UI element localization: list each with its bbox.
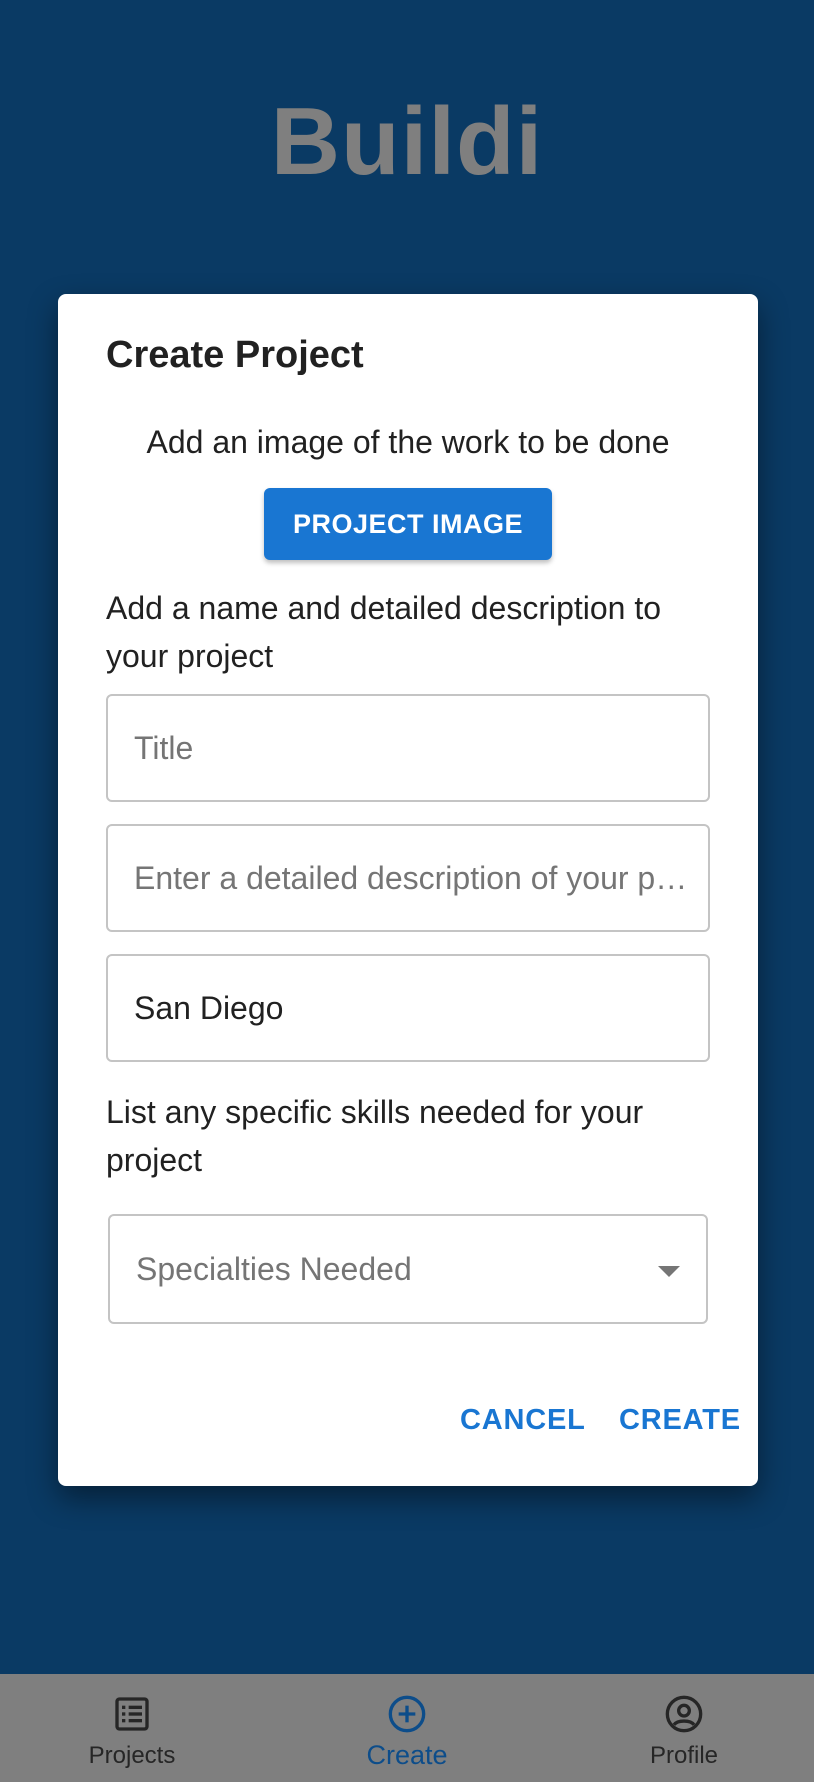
dropdown-arrow-icon	[658, 1266, 680, 1277]
create-project-dialog: Create Project Add an image of the work …	[58, 294, 758, 1486]
description-input[interactable]	[134, 826, 688, 930]
description-field[interactable]	[106, 824, 710, 932]
location-field[interactable]	[106, 954, 710, 1062]
cancel-button[interactable]: CANCEL	[460, 1404, 586, 1437]
app-title: Buildi	[270, 88, 544, 195]
list-icon	[115, 1697, 149, 1731]
nav-item-projects[interactable]: Projects	[32, 1674, 232, 1782]
nav-label-create: Create	[366, 1740, 448, 1770]
title-field[interactable]	[106, 694, 710, 802]
account-circle-icon	[665, 1695, 703, 1733]
dialog-title: Create Project	[106, 334, 364, 376]
specialties-placeholder: Specialties Needed	[136, 1251, 412, 1287]
location-input[interactable]	[134, 956, 688, 1060]
nav-item-profile[interactable]: Profile	[584, 1674, 784, 1782]
nav-label-projects: Projects	[88, 1742, 176, 1769]
details-prompt: Add a name and detailed description to y…	[106, 590, 662, 674]
nav-label-profile: Profile	[649, 1742, 719, 1769]
skills-prompt: List any specific skills needed for your…	[106, 1094, 644, 1178]
bottom-navigation: Projects Create Profile	[0, 1674, 814, 1782]
title-input[interactable]	[134, 696, 688, 800]
project-image-button[interactable]: PROJECT IMAGE	[264, 488, 552, 560]
create-button[interactable]: CREATE	[619, 1404, 741, 1437]
specialties-select[interactable]: Specialties Needed	[108, 1214, 708, 1324]
image-prompt: Add an image of the work to be done	[146, 424, 670, 460]
add-circle-icon	[388, 1695, 426, 1733]
nav-item-create[interactable]: Create	[307, 1674, 507, 1782]
